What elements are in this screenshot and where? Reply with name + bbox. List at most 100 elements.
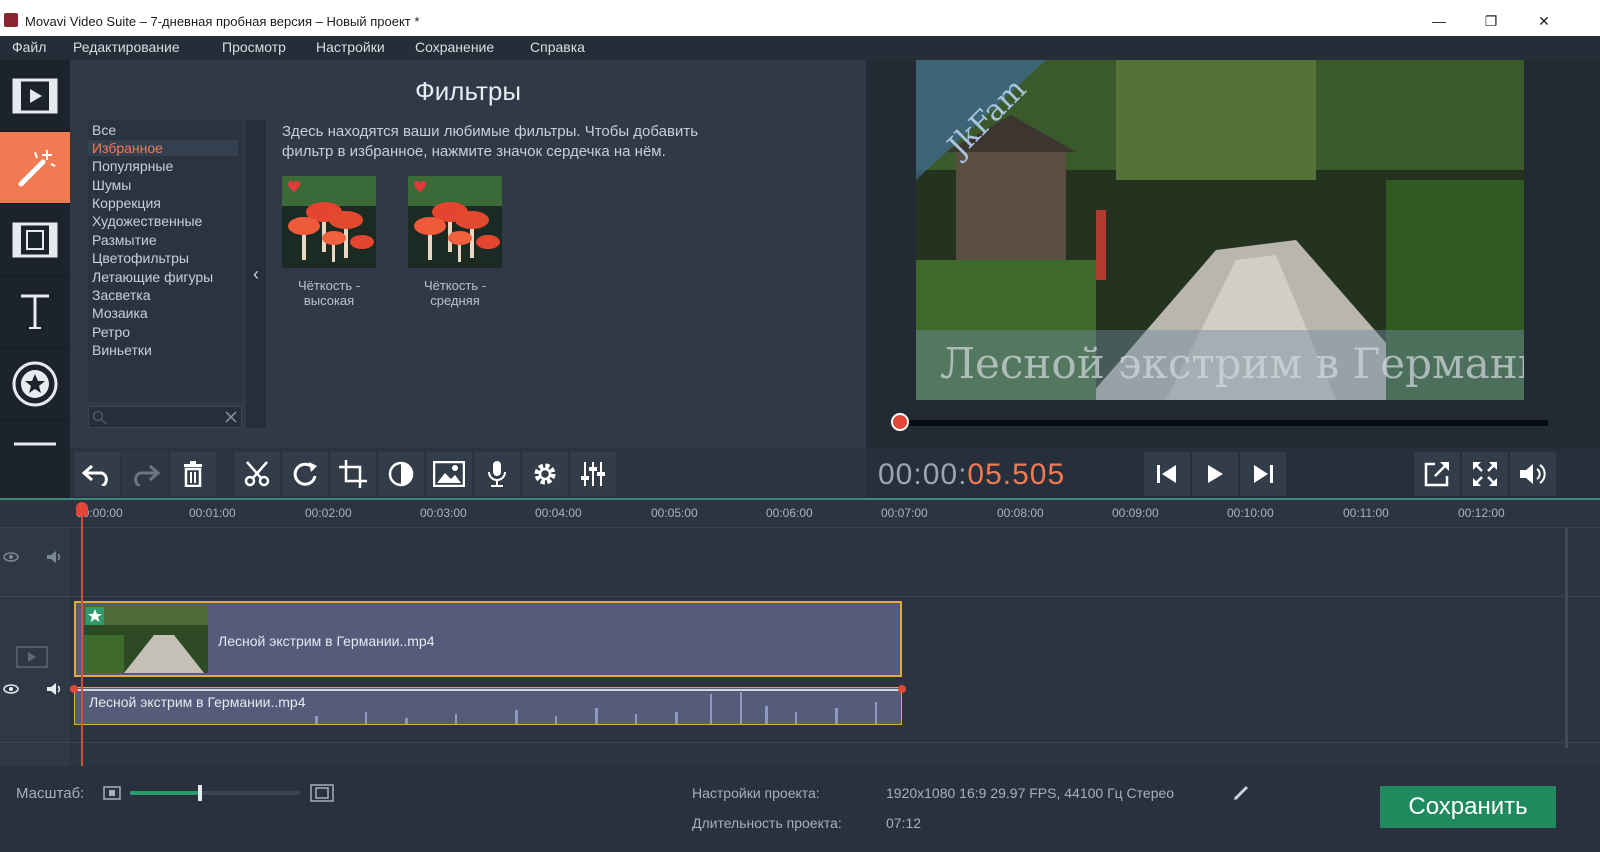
undo-button[interactable] [74, 452, 120, 496]
save-button[interactable]: Сохранить [1380, 786, 1556, 828]
playback-bar: 00:00:05.505 [866, 448, 1600, 500]
speaker-icon[interactable] [46, 550, 64, 564]
filter-name: высокая [303, 293, 355, 308]
image-overlay-button[interactable] [426, 452, 472, 496]
restore-icon[interactable]: ❐ [1480, 10, 1502, 32]
video-track-icon [16, 646, 48, 668]
mushrooms-image [408, 176, 502, 268]
project-duration-label: Длительность проекта: [692, 815, 842, 831]
volume-keyframe[interactable] [70, 685, 78, 693]
playhead[interactable] [76, 502, 88, 766]
forest-path-image: JkFam Лесной экстрим в Германии [916, 60, 1524, 400]
menu-bar: Файл Редактирование Просмотр Настройки С… [0, 36, 1600, 60]
timeline-ruler[interactable]: 00:00:00 00:01:00 00:02:00 00:03:00 00:0… [0, 500, 1600, 528]
scrubber-handle[interactable] [891, 413, 909, 431]
category-item[interactable]: Размытие [92, 232, 157, 248]
title-bar: Movavi Video Suite – 7-дневная пробная в… [0, 0, 1600, 36]
trash-icon [184, 461, 202, 487]
nav-transitions[interactable] [0, 204, 70, 276]
eye-icon[interactable] [3, 552, 19, 562]
menu-view[interactable]: Просмотр [222, 39, 286, 55]
category-item[interactable]: Шумы [92, 177, 131, 193]
video-preview[interactable]: JkFam Лесной экстрим в Германии [916, 60, 1524, 400]
description-line: Здесь находятся ваши любимые фильтры. Чт… [282, 123, 699, 140]
window-title: Movavi Video Suite – 7-дневная пробная в… [25, 14, 420, 29]
nav-filters[interactable] [0, 132, 70, 204]
preview-scrubber[interactable] [891, 413, 1548, 431]
video-clip-name: Лесной экстрим в Германии..mp4 [218, 633, 435, 649]
nav-stickers[interactable] [0, 348, 70, 420]
category-item[interactable]: Засветка [92, 287, 150, 303]
record-audio-button[interactable] [474, 452, 520, 496]
category-item[interactable]: Ретро [92, 324, 130, 340]
video-clip[interactable]: Лесной экстрим в Германии..mp4 [74, 601, 902, 677]
project-settings-value: 1920x1080 16:9 29.97 FPS, 44100 Гц Стере… [886, 785, 1175, 801]
eye-icon[interactable] [3, 684, 19, 694]
zoom-slider-fill [130, 791, 200, 795]
volume-keyframe[interactable] [898, 685, 906, 693]
category-item[interactable]: Коррекция [92, 195, 161, 211]
playhead-handle[interactable] [76, 502, 88, 516]
zoom-slider[interactable] [130, 785, 300, 801]
ruler-tick: 00:10:00 [1227, 506, 1274, 520]
audio-clip[interactable]: Лесной экстрим в Германии..mp4 [74, 687, 902, 725]
close-icon[interactable]: ✕ [1533, 10, 1555, 32]
description-line: фильтр в избранное, нажмите значок серде… [282, 143, 666, 160]
collapse-categories-button[interactable]: ‹ [246, 120, 266, 428]
zoom-out-icon[interactable] [103, 786, 121, 800]
ruler-tick: 00:07:00 [881, 506, 928, 520]
clear-search-icon[interactable] [225, 411, 237, 423]
category-item[interactable]: Художественные [92, 213, 202, 229]
previous-button[interactable] [1144, 452, 1190, 496]
speaker-icon[interactable] [46, 682, 64, 696]
equalizer-button[interactable] [570, 452, 616, 496]
filters-panel: Фильтры Все Избранное Популярные Шумы Ко… [70, 60, 866, 448]
text-icon [21, 294, 49, 329]
left-sidebar [0, 60, 70, 500]
clip-properties-button[interactable] [522, 452, 568, 496]
category-item[interactable]: Цветофильтры [92, 250, 189, 266]
category-item[interactable]: Все [92, 122, 116, 138]
color-adjust-button[interactable] [378, 452, 424, 496]
category-item[interactable]: Популярные [92, 158, 173, 174]
zoom-in-icon[interactable] [310, 784, 334, 802]
fullscreen-button[interactable] [1462, 452, 1508, 496]
filter-thumbnail[interactable] [282, 176, 376, 268]
filter-thumbnail[interactable] [408, 176, 502, 268]
mushrooms-image [282, 176, 376, 268]
menu-edit[interactable]: Редактирование [73, 39, 180, 55]
track-headers [0, 528, 70, 776]
split-button[interactable] [234, 452, 280, 496]
menu-file[interactable]: Файл [12, 39, 46, 55]
redo-button[interactable] [122, 452, 168, 496]
filter-caption: Чёткость - средняя [408, 278, 502, 308]
panel-description: Здесь находятся ваши любимые фильтры. Чт… [282, 122, 842, 162]
timeline-scrollbar[interactable] [1565, 528, 1568, 748]
rotate-button[interactable] [282, 452, 328, 496]
menu-help[interactable]: Справка [530, 39, 585, 55]
detach-preview-button[interactable] [1414, 452, 1460, 496]
edit-pencil-icon[interactable] [1233, 783, 1251, 801]
category-item[interactable]: Летающие фигуры [92, 269, 213, 285]
status-bar [0, 766, 1600, 852]
category-item[interactable]: Виньетки [92, 342, 152, 358]
crop-button[interactable] [330, 452, 376, 496]
external-window-icon [1424, 462, 1449, 487]
zoom-slider-handle[interactable] [197, 785, 202, 801]
menu-save[interactable]: Сохранение [415, 39, 494, 55]
category-search-input[interactable] [88, 406, 242, 428]
ruler-tick: 00:11:00 [1343, 506, 1389, 520]
volume-button[interactable] [1510, 452, 1556, 496]
ruler-tick: 00:08:00 [997, 506, 1044, 520]
category-item[interactable]: Мозаика [92, 305, 148, 321]
category-item-selected[interactable]: Избранное [88, 140, 238, 156]
play-button[interactable] [1192, 452, 1238, 496]
crop-icon [339, 460, 367, 488]
filter-name: Чёткость - [297, 278, 361, 293]
minimize-icon[interactable]: — [1428, 10, 1450, 32]
next-button[interactable] [1240, 452, 1286, 496]
nav-titles[interactable] [0, 276, 70, 348]
delete-button[interactable] [170, 452, 216, 496]
menu-settings[interactable]: Настройки [316, 39, 385, 55]
nav-import[interactable] [0, 60, 70, 132]
